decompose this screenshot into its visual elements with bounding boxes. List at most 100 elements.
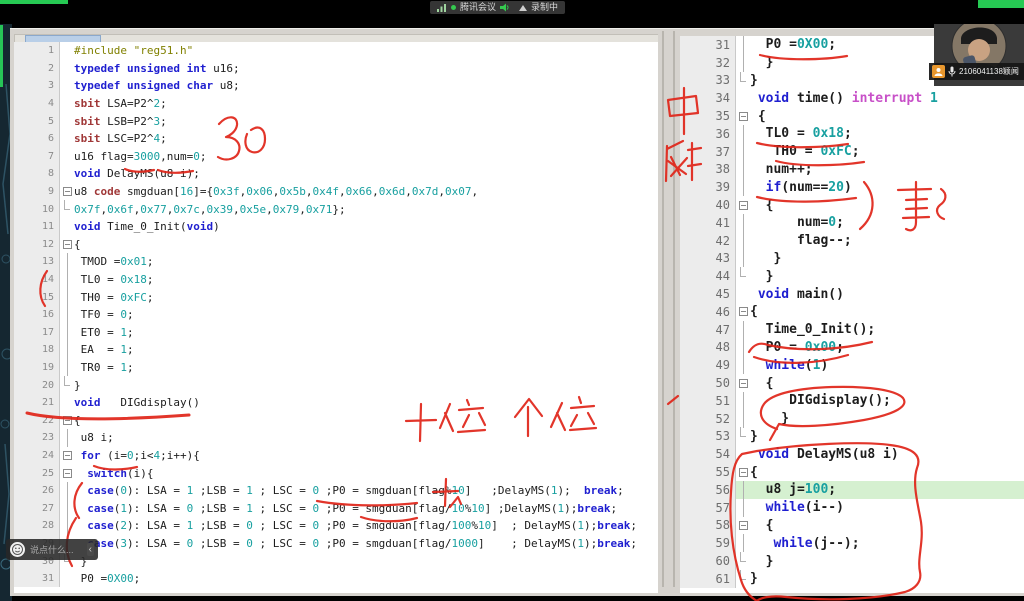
code-line[interactable]: 53} (680, 428, 1024, 446)
fold-margin (736, 570, 750, 588)
code-line[interactable]: 1#include "reg51.h" (14, 42, 658, 60)
fold-margin (736, 267, 750, 285)
code-line[interactable]: 56 u8 j=100; (680, 481, 1024, 499)
fold-margin (60, 429, 74, 447)
code-line[interactable]: 61} (680, 570, 1024, 588)
code-line[interactable]: 30 } (14, 552, 658, 570)
code-line[interactable]: 20} (14, 376, 658, 394)
code-line[interactable]: 8void DelayMS(u8 i); (14, 165, 658, 183)
code-line[interactable]: 51 DIGdisplay(); (680, 392, 1024, 410)
fold-margin (736, 552, 750, 570)
code-line[interactable]: 11void Time_0_Init(void) (14, 218, 658, 236)
fold-margin (60, 324, 74, 342)
code-line[interactable]: 47 Time_0_Init(); (680, 321, 1024, 339)
code-line[interactable]: 50 { (680, 374, 1024, 392)
code-line[interactable]: 17 ET0 = 1; (14, 324, 658, 342)
code-line[interactable]: 24 for (i=0;i<4;i++){ (14, 447, 658, 465)
code-line[interactable]: 55{ (680, 463, 1024, 481)
code-line[interactable]: 41 num=0; (680, 214, 1024, 232)
fold-margin (736, 125, 750, 143)
code-line[interactable]: 42 flag--; (680, 232, 1024, 250)
code-line[interactable]: 21void DIGdisplay() (14, 394, 658, 412)
participant-name: 2106041138颖闻 (959, 66, 1019, 77)
code-line[interactable]: 18 EA = 1; (14, 341, 658, 359)
code-text: while(j--); (750, 534, 1024, 552)
code-line[interactable]: 14 TL0 = 0x18; (14, 271, 658, 289)
code-line[interactable]: 57 while(i--) (680, 499, 1024, 517)
chat-input-placeholder[interactable]: 说点什么... (30, 543, 82, 556)
code-line[interactable]: 27 case(1): LSA = 0 ;LSB = 1 ; LSC = 0 ;… (14, 499, 658, 517)
code-line[interactable]: 36 TL0 = 0x18; (680, 125, 1024, 143)
code-line[interactable]: 7u16 flag=3000,num=0; (14, 148, 658, 166)
code-text: u16 flag=3000,num=0; (74, 148, 658, 166)
meeting-status-pill[interactable]: 腾讯会议 录制中 (430, 1, 565, 14)
code-line[interactable]: 38 num++; (680, 161, 1024, 179)
code-line[interactable]: 5sbit LSB=P2^3; (14, 112, 658, 130)
code-text: void DelayMS(u8 i) (750, 445, 1024, 463)
code-pane-right[interactable]: 31 P0 =0X00;32 }33}34 void time() interr… (680, 36, 1024, 593)
code-line[interactable]: 13 TMOD =0x01; (14, 253, 658, 271)
line-number: 18 (14, 341, 60, 359)
code-line[interactable]: 37 TH0 = 0xFC; (680, 143, 1024, 161)
fold-margin (60, 359, 74, 377)
fold-toggle-icon[interactable] (60, 411, 74, 429)
fold-toggle-icon[interactable] (60, 447, 74, 465)
code-line[interactable]: 15 TH0 = 0xFC; (14, 288, 658, 306)
pane-splitter[interactable] (658, 29, 680, 596)
line-number: 23 (14, 429, 60, 447)
code-line[interactable]: 58 { (680, 517, 1024, 535)
code-line[interactable]: 6sbit LSC=P2^4; (14, 130, 658, 148)
code-text: } (750, 250, 1024, 268)
code-line[interactable]: 43 } (680, 250, 1024, 268)
fold-toggle-icon[interactable] (60, 236, 74, 254)
chat-quick-input[interactable]: 说点什么... ‹ (6, 539, 98, 560)
code-line[interactable]: 19 TR0 = 1; (14, 359, 658, 377)
code-line[interactable]: 4sbit LSA=P2^2; (14, 95, 658, 113)
code-line[interactable]: 28 case(2): LSA = 1 ;LSB = 0 ; LSC = 0 ;… (14, 517, 658, 535)
code-line[interactable]: 2typedef unsigned int u16; (14, 60, 658, 78)
code-line[interactable]: 12{ (14, 236, 658, 254)
line-number: 6 (14, 130, 60, 148)
code-line[interactable]: 29 case(3): LSA = 0 ;LSB = 0 ; LSC = 0 ;… (14, 535, 658, 553)
code-line[interactable]: 59 while(j--); (680, 534, 1024, 552)
code-line[interactable]: 9u8 code smgduan[16]={0x3f,0x06,0x5b,0x4… (14, 183, 658, 201)
code-text: flag--; (750, 232, 1024, 250)
code-line[interactable]: 16 TF0 = 0; (14, 306, 658, 324)
fold-toggle-icon[interactable] (736, 196, 750, 214)
line-number: 40 (680, 196, 736, 214)
code-line[interactable]: 22{ (14, 411, 658, 429)
code-line[interactable]: 46{ (680, 303, 1024, 321)
code-line[interactable]: 45 void main() (680, 285, 1024, 303)
code-line[interactable]: 35 { (680, 107, 1024, 125)
code-line[interactable]: 23 u8 i; (14, 429, 658, 447)
code-line[interactable]: 54 void DelayMS(u8 i) (680, 445, 1024, 463)
code-line[interactable]: 100x7f,0x6f,0x77,0x7c,0x39,0x5e,0x79,0x7… (14, 200, 658, 218)
fold-toggle-icon[interactable] (736, 517, 750, 535)
code-line[interactable]: 34 void time() interrupt 1 (680, 89, 1024, 107)
code-line[interactable]: 3typedef unsigned char u8; (14, 77, 658, 95)
code-line[interactable]: 26 case(0): LSA = 1 ;LSB = 1 ; LSC = 0 ;… (14, 482, 658, 500)
code-line[interactable]: 44 } (680, 267, 1024, 285)
fold-toggle-icon[interactable] (736, 374, 750, 392)
line-number: 31 (680, 36, 736, 54)
code-line[interactable]: 49 while(1) (680, 356, 1024, 374)
fold-toggle-icon[interactable] (736, 463, 750, 481)
wallpaper-green-accent (0, 25, 3, 87)
line-number: 57 (680, 499, 736, 517)
fold-toggle-icon[interactable] (60, 183, 74, 201)
code-pane-left[interactable]: 1#include "reg51.h"2typedef unsigned int… (14, 42, 658, 593)
code-line[interactable]: 25 switch(i){ (14, 464, 658, 482)
chevron-left-icon[interactable]: ‹ (87, 543, 94, 556)
code-line[interactable]: 40 { (680, 196, 1024, 214)
fold-toggle-icon[interactable] (736, 303, 750, 321)
smiley-icon[interactable] (10, 542, 25, 557)
fold-toggle-icon[interactable] (60, 464, 74, 482)
code-line[interactable]: 60 } (680, 552, 1024, 570)
code-line[interactable]: 39 if(num==20) (680, 178, 1024, 196)
code-line[interactable]: 52 } (680, 410, 1024, 428)
code-line[interactable]: 31 P0 =0X00; (14, 570, 658, 588)
speaker-icon (500, 3, 509, 12)
code-line[interactable]: 48 P0 = 0x00; (680, 339, 1024, 357)
fold-toggle-icon[interactable] (736, 107, 750, 125)
line-number: 60 (680, 552, 736, 570)
